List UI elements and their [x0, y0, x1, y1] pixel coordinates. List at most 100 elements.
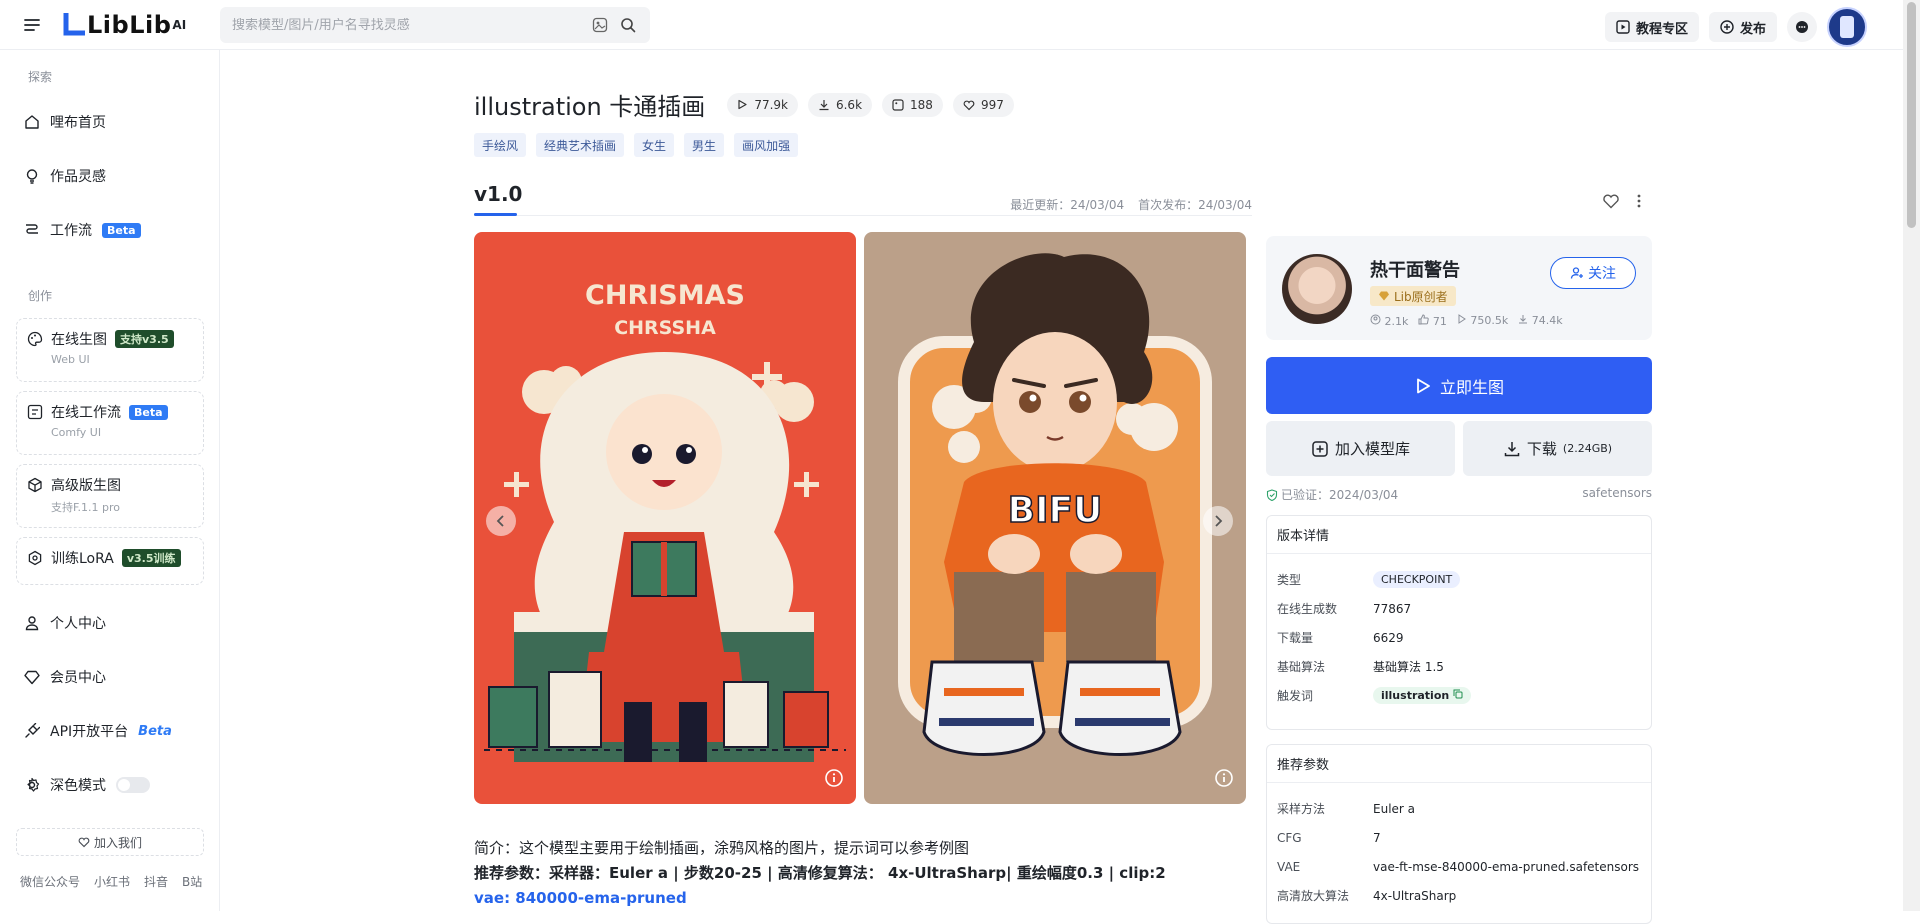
author-name[interactable]: 热干面警告: [1370, 256, 1460, 282]
author-likes-value: 71: [1432, 315, 1447, 328]
follow-button[interactable]: 关注: [1550, 257, 1636, 289]
creator-badge-label: Lib原创者: [1394, 289, 1448, 304]
trigger-word-chip[interactable]: illustration: [1373, 687, 1472, 704]
stat-downloads-value: 6.6k: [835, 97, 863, 112]
play-icon: [1458, 314, 1466, 324]
sidebar-item-api[interactable]: API开放平台 Beta: [24, 719, 172, 743]
model-title: illustration 卡通插画: [474, 93, 706, 121]
search-bar: [220, 7, 650, 43]
carousel-prev-button[interactable]: [486, 506, 516, 536]
verified-status: 已验证：2024/03/04: [1266, 486, 1398, 503]
menu-icon[interactable]: [18, 11, 46, 39]
detail-row-base-model: 基础算法 基础算法 1.5: [1267, 652, 1651, 681]
detail-key: 下载量: [1277, 631, 1314, 645]
sidebar-card-train-lora[interactable]: 训练LoRA v3.5训练: [16, 537, 204, 585]
download-icon: [819, 99, 829, 110]
stat-likes-value: 997: [980, 97, 1004, 112]
publish-button[interactable]: 发布: [1708, 12, 1777, 42]
join-us-label: 加入我们: [93, 835, 142, 850]
nodes-icon: [27, 404, 43, 420]
add-to-library-button[interactable]: 加入模型库: [1266, 421, 1455, 476]
tutorial-button[interactable]: 教程专区: [1604, 12, 1699, 42]
info-icon[interactable]: [1214, 768, 1234, 792]
beta-badge: Beta: [138, 723, 172, 739]
detail-value-type: CHECKPOINT: [1373, 571, 1461, 588]
user-avatar[interactable]: [1827, 7, 1867, 47]
author-avatar[interactable]: [1282, 254, 1352, 324]
sidebar-item-label: 作品灵感: [50, 169, 106, 185]
add-user-icon: [1570, 267, 1583, 279]
sidebar-item-inspiration[interactable]: 作品灵感: [24, 164, 106, 188]
message-button[interactable]: [1787, 12, 1817, 42]
play-square-icon: [1616, 20, 1630, 34]
download-label: 下载: [1526, 440, 1557, 458]
plus-square-icon: [1312, 440, 1328, 457]
sidebar-item-dark-mode[interactable]: 深色模式: [24, 773, 150, 797]
param-value: 7: [1373, 830, 1381, 845]
info-icon[interactable]: [824, 768, 844, 792]
chevron-left-icon: [496, 515, 504, 527]
join-us-button[interactable]: 加入我们: [16, 828, 204, 856]
plug-icon: [25, 723, 40, 738]
shield-check-icon: [1266, 488, 1278, 501]
stat-likes[interactable]: 997: [952, 92, 1014, 117]
sidebar-item-workflow[interactable]: 工作流 Beta: [24, 218, 141, 242]
version-dates: 最近更新：24/03/04 首次发布：24/03/04: [1010, 196, 1252, 213]
dark-mode-toggle[interactable]: [116, 777, 150, 793]
copy-icon[interactable]: [1453, 689, 1463, 699]
logo[interactable]: LibLib AI: [63, 10, 186, 40]
card-badge: v3.5训练: [121, 549, 181, 567]
home-icon: [25, 115, 39, 129]
hexagon-icon: [28, 550, 42, 566]
sidebar-card-advanced-gen[interactable]: 高级版生图 支持F.1.1 pro: [16, 464, 204, 528]
param-row-cfg: CFG 7: [1267, 823, 1651, 852]
author-downloads: 74.4k: [1518, 314, 1563, 328]
card-badge: Beta: [129, 404, 168, 420]
card-label: 在线生图: [51, 332, 107, 348]
sidebar-card-online-gen[interactable]: 在线生图 支持v3.5 Web UI: [16, 318, 204, 382]
social-link-bilibili[interactable]: B站: [182, 873, 202, 890]
more-vertical-icon[interactable]: [1636, 192, 1642, 210]
tag[interactable]: 经典艺术插画: [536, 133, 625, 157]
scrollbar-thumb[interactable]: [1907, 2, 1916, 228]
tag[interactable]: 男生: [684, 133, 725, 157]
sidebar-item-personal[interactable]: 个人中心: [24, 611, 106, 635]
image1-text-line1: CHRISMAS: [585, 280, 745, 311]
tag[interactable]: 女生: [634, 133, 675, 157]
image1-text-line2: CHRSSHA: [614, 317, 716, 339]
sidebar-item-label: 哩布首页: [50, 115, 106, 131]
param-key: CFG: [1277, 830, 1302, 845]
sidebar-item-home[interactable]: 哩布首页: [24, 110, 106, 134]
top-actions: 教程专区 发布: [1604, 7, 1867, 47]
version-tab[interactable]: v1.0: [474, 182, 522, 206]
author-followers: 2.1k: [1370, 314, 1408, 328]
create-section-label: 创作: [28, 289, 53, 303]
example-image-2[interactable]: BIFU: [864, 232, 1246, 804]
user-circle-icon: [1370, 314, 1381, 325]
version-tab-indicator: [474, 213, 517, 216]
sidebar-card-online-workflow[interactable]: 在线工作流 Beta Comfy UI: [16, 391, 204, 455]
description-vae: vae: 840000-ema-pruned: [474, 889, 687, 907]
download-button[interactable]: 下载 (2.24GB): [1463, 421, 1652, 476]
example-image-1[interactable]: CHRISMAS CHRSSHA: [474, 232, 856, 804]
search-icon[interactable]: [618, 15, 638, 35]
param-row-upscaler: 高清放大算法 4x-UltraSharp: [1267, 881, 1651, 910]
settings-icon: [27, 777, 40, 792]
logo-text: LibLib: [87, 11, 172, 39]
social-link-xiaohongshu[interactable]: 小红书: [94, 873, 130, 890]
sidebar-item-membership[interactable]: 会员中心: [24, 665, 106, 689]
tag[interactable]: 画风加强: [734, 133, 799, 157]
carousel-next-button[interactable]: [1203, 506, 1233, 536]
beta-badge: Beta: [102, 222, 141, 238]
social-link-douyin[interactable]: 抖音: [144, 873, 168, 890]
generate-button[interactable]: 立即生图: [1266, 357, 1652, 414]
search-input[interactable]: [232, 17, 582, 33]
page-scrollbar[interactable]: [1903, 0, 1920, 911]
author-followers-value: 2.1k: [1384, 315, 1409, 328]
card-sub: Comfy UI: [51, 426, 102, 439]
tag[interactable]: 手绘风: [474, 133, 527, 157]
image-search-icon[interactable]: [590, 15, 610, 35]
version-actions: [1602, 192, 1642, 210]
social-link-wechat[interactable]: 微信公众号: [20, 873, 80, 890]
favorite-heart-icon[interactable]: [1602, 192, 1620, 210]
